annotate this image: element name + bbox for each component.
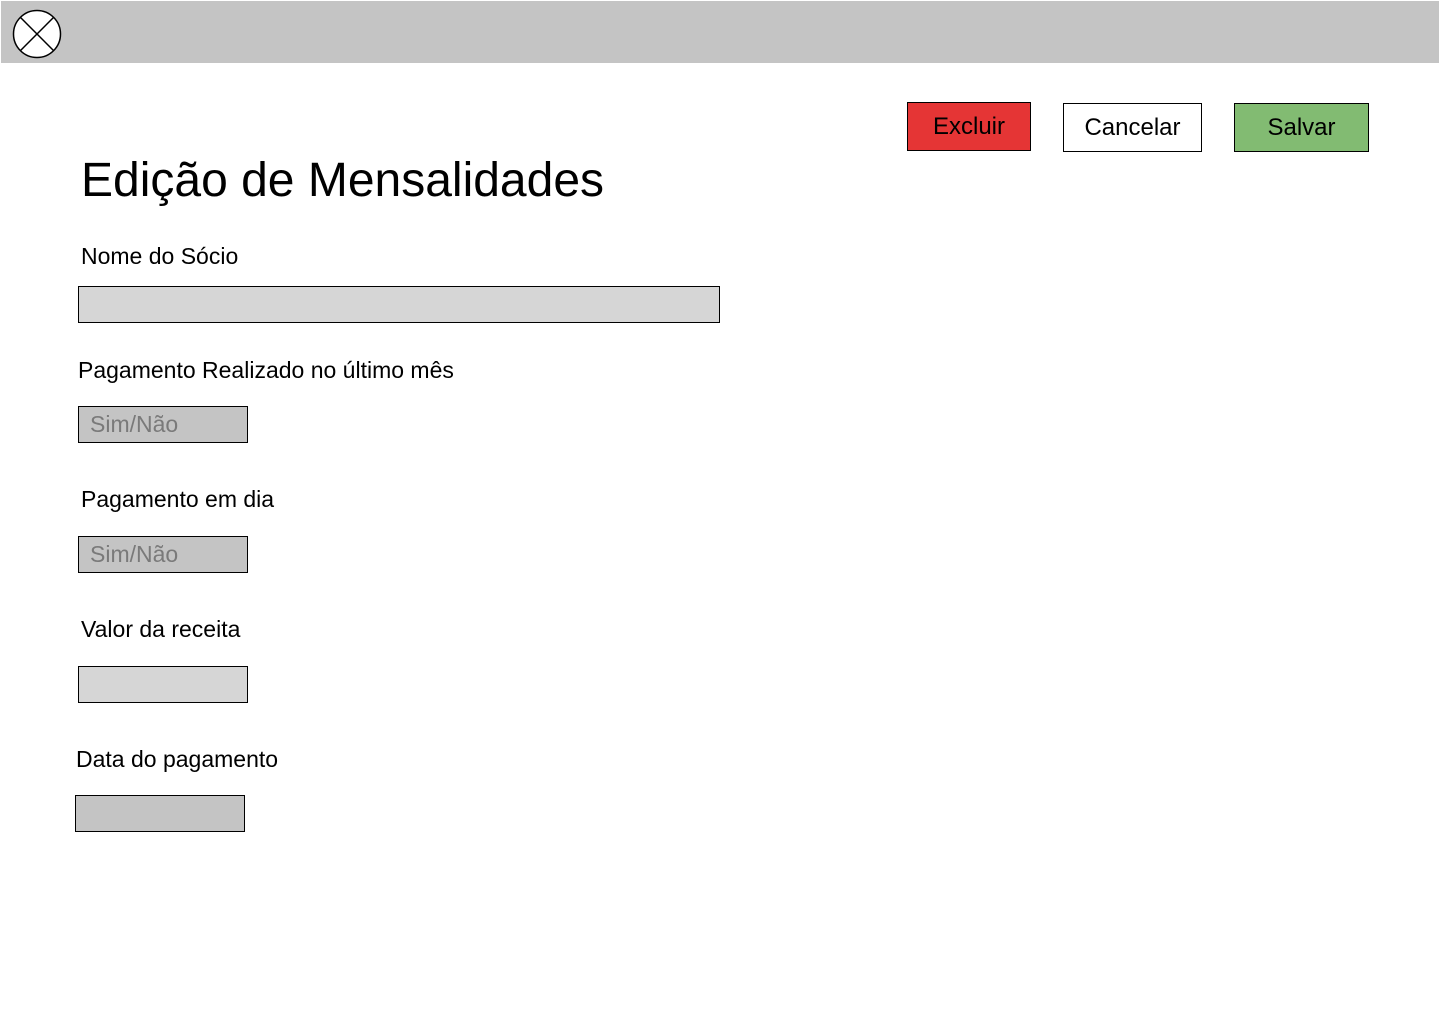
member-name-label: Nome do Sócio bbox=[81, 243, 239, 269]
save-button[interactable]: Salvar bbox=[1234, 103, 1369, 152]
page-title: Edição de Mensalidades bbox=[81, 154, 605, 207]
member-name-input[interactable] bbox=[78, 286, 720, 323]
cancel-button[interactable]: Cancelar bbox=[1063, 103, 1202, 152]
paid-last-month-label: Pagamento Realizado no último mês bbox=[78, 357, 454, 383]
delete-button[interactable]: Excluir bbox=[907, 102, 1031, 151]
payment-on-time-select[interactable]: Sim/Não bbox=[78, 536, 248, 573]
revenue-value-input[interactable] bbox=[78, 666, 248, 703]
close-circle-icon[interactable] bbox=[12, 9, 62, 59]
top-bar bbox=[1, 1, 1439, 63]
payment-on-time-label: Pagamento em dia bbox=[81, 486, 275, 512]
paid-last-month-select[interactable]: Sim/Não bbox=[78, 406, 248, 443]
payment-date-input[interactable] bbox=[75, 795, 245, 832]
revenue-value-label: Valor da receita bbox=[81, 616, 241, 642]
payment-date-label: Data do pagamento bbox=[76, 746, 279, 772]
